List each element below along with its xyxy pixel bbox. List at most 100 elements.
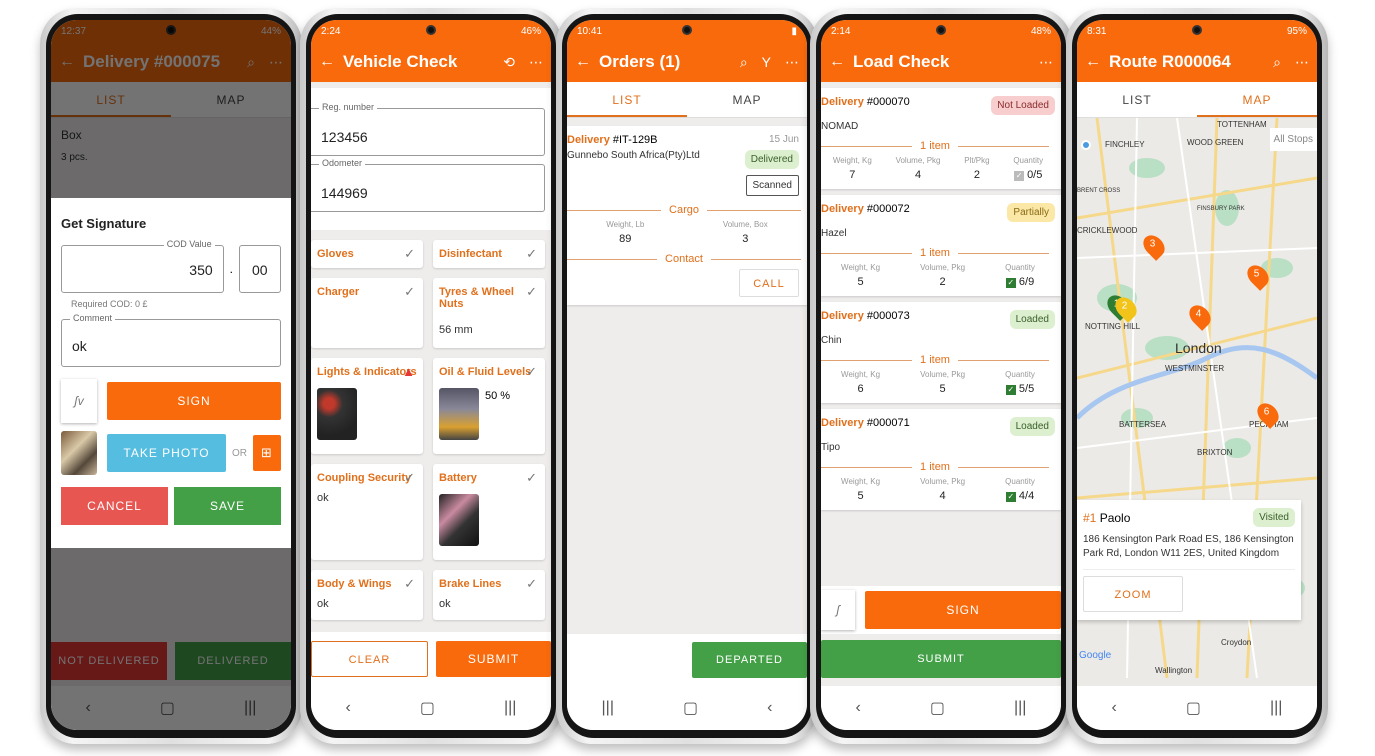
- scanned-badge: Scanned: [745, 175, 799, 196]
- nav-home-icon[interactable]: ▢: [420, 698, 435, 718]
- check-card-disinfectant[interactable]: Disinfectant ✓: [433, 240, 545, 268]
- call-button[interactable]: CALL: [739, 269, 799, 297]
- odometer-field[interactable]: Odometer 144969: [311, 158, 545, 212]
- sign-button[interactable]: SIGN: [865, 591, 1061, 629]
- nav-home-icon[interactable]: ▢: [160, 698, 175, 718]
- app-bar: ← Orders (1) ⌕ Y ⋯: [567, 42, 807, 82]
- order-number: #IT-129B: [612, 134, 658, 146]
- nav-back-icon[interactable]: ‹: [346, 699, 351, 717]
- nav-back-icon[interactable]: ‹: [1112, 699, 1117, 717]
- or-label: OR: [232, 447, 247, 459]
- delivery-card[interactable]: Delivery #000071 Loaded Tipo 1 item Weig…: [821, 409, 1061, 510]
- status-bar: 2:14 48%: [821, 20, 1061, 42]
- tab-list[interactable]: LIST: [51, 82, 171, 117]
- cod-value-field[interactable]: COD Value 350: [61, 239, 224, 293]
- route-icon[interactable]: Y: [762, 54, 771, 70]
- stat-key: Quantity: [1005, 370, 1035, 379]
- nav-recents-icon[interactable]: |||: [1270, 699, 1282, 717]
- cargo-label: Cargo: [669, 204, 699, 216]
- nav-recents-icon[interactable]: |||: [504, 699, 516, 717]
- search-icon[interactable]: ⌕: [247, 54, 255, 71]
- more-icon[interactable]: ⋯: [269, 54, 283, 71]
- check-card-lights[interactable]: Lights & Indicators ▲: [311, 358, 423, 454]
- check-card-tyres[interactable]: Tyres & Wheel Nuts ✓ 56 mm: [433, 278, 545, 348]
- items-count: 1 item: [920, 354, 950, 366]
- stop-number: #1: [1083, 510, 1097, 525]
- take-photo-button[interactable]: TAKE PHOTO: [107, 434, 226, 472]
- cod-separator: .: [229, 262, 233, 276]
- my-location-icon[interactable]: [1081, 140, 1091, 150]
- nav-home-icon[interactable]: ▢: [930, 698, 945, 718]
- nav-back-icon[interactable]: ‹: [767, 699, 772, 717]
- check-card-battery[interactable]: Battery ✓: [433, 464, 545, 560]
- cod-cents-field[interactable]: 00: [239, 245, 281, 293]
- more-icon[interactable]: ⋯: [1295, 54, 1309, 71]
- stop-info-card[interactable]: #1 Paolo Visited 186 Kensington Park Roa…: [1077, 500, 1301, 620]
- delivery-number: #000070: [866, 96, 910, 108]
- back-arrow-icon[interactable]: ←: [319, 53, 337, 71]
- delivery-card[interactable]: Delivery #000070 Not Loaded NOMAD 1 item…: [821, 88, 1061, 189]
- signature-preview: ʃv: [61, 379, 97, 423]
- more-icon[interactable]: ⋯: [1039, 54, 1053, 71]
- route-map[interactable]: TOTTENHAM FINCHLEY WOOD GREEN BRENT CROS…: [1077, 118, 1317, 686]
- back-arrow-icon[interactable]: ←: [59, 53, 77, 71]
- tab-map[interactable]: MAP: [1197, 82, 1317, 117]
- sign-button[interactable]: SIGN: [107, 382, 281, 420]
- nav-home-icon[interactable]: ▢: [683, 698, 698, 718]
- tab-map[interactable]: MAP: [687, 82, 807, 117]
- tab-map[interactable]: MAP: [171, 82, 291, 117]
- history-icon[interactable]: ⟲: [503, 54, 515, 71]
- clear-button[interactable]: CLEAR: [311, 641, 428, 677]
- order-card[interactable]: Delivery #IT-129B 15 Jun Gunnebo South A…: [567, 126, 807, 305]
- cancel-button[interactable]: CANCEL: [61, 487, 168, 525]
- quantity-checkbox[interactable]: ✓: [1014, 171, 1025, 181]
- all-stops-button[interactable]: All Stops: [1269, 128, 1317, 151]
- quantity-value: 6/9: [1018, 276, 1035, 288]
- nav-home-icon[interactable]: ▢: [1186, 698, 1201, 718]
- battery-icon: ▮: [791, 25, 797, 37]
- lights-photo[interactable]: [317, 388, 357, 440]
- delivered-button[interactable]: DELIVERED: [175, 642, 291, 680]
- comment-field[interactable]: Comment ok: [61, 313, 281, 367]
- image-add-icon[interactable]: ⊞: [253, 435, 281, 471]
- check-card-gloves[interactable]: Gloves ✓: [311, 240, 423, 268]
- battery-photo[interactable]: [439, 494, 479, 546]
- reg-number-field[interactable]: Reg. number 123456: [311, 102, 545, 156]
- zoom-button[interactable]: ZOOM: [1083, 576, 1183, 612]
- search-icon[interactable]: ⌕: [1273, 54, 1281, 71]
- quantity-checkbox[interactable]: ✓: [1005, 278, 1016, 288]
- map-label: WOOD GREEN: [1187, 138, 1244, 147]
- check-card-coupling[interactable]: Coupling Security ✓ ok: [311, 464, 423, 560]
- delivery-card[interactable]: Delivery #000073 Loaded Chin 1 item Weig…: [821, 302, 1061, 403]
- status-bar: 10:41 ▮: [567, 20, 807, 42]
- oil-photo[interactable]: [439, 388, 479, 440]
- back-arrow-icon[interactable]: ←: [1085, 53, 1103, 71]
- more-icon[interactable]: ⋯: [529, 54, 543, 71]
- check-card-oil[interactable]: Oil & Fluid Levels ✓ 50 %: [433, 358, 545, 454]
- nav-back-icon[interactable]: ‹: [86, 699, 91, 717]
- more-icon[interactable]: ⋯: [785, 54, 799, 71]
- delivery-card[interactable]: Delivery #000072 Partially Hazel 1 item …: [821, 195, 1061, 296]
- map-label: NOTTING HILL: [1085, 322, 1141, 331]
- battery-level: 46%: [520, 25, 541, 37]
- tab-list[interactable]: LIST: [567, 82, 687, 117]
- check-card-brake-lines[interactable]: Brake Lines ✓ ok: [433, 570, 545, 620]
- tab-list[interactable]: LIST: [1077, 82, 1197, 117]
- search-icon[interactable]: ⌕: [740, 54, 748, 71]
- check-card-charger[interactable]: Charger ✓: [311, 278, 423, 348]
- nav-back-icon[interactable]: ‹: [856, 699, 861, 717]
- save-button[interactable]: SAVE: [174, 487, 281, 525]
- back-arrow-icon[interactable]: ←: [829, 53, 847, 71]
- nav-recents-icon[interactable]: |||: [602, 699, 614, 717]
- not-delivered-button[interactable]: NOT DELIVERED: [51, 642, 167, 680]
- check-card-body[interactable]: Body & Wings ✓ ok: [311, 570, 423, 620]
- quantity-checkbox[interactable]: ✓: [1005, 385, 1016, 395]
- submit-button[interactable]: SUBMIT: [821, 640, 1061, 678]
- departed-button[interactable]: DEPARTED: [692, 642, 807, 678]
- nav-recents-icon[interactable]: |||: [244, 699, 256, 717]
- submit-button[interactable]: SUBMIT: [436, 641, 551, 677]
- checkmark-icon: ✓: [404, 284, 415, 299]
- quantity-checkbox[interactable]: ✓: [1005, 492, 1016, 502]
- nav-recents-icon[interactable]: |||: [1014, 699, 1026, 717]
- back-arrow-icon[interactable]: ←: [575, 53, 593, 71]
